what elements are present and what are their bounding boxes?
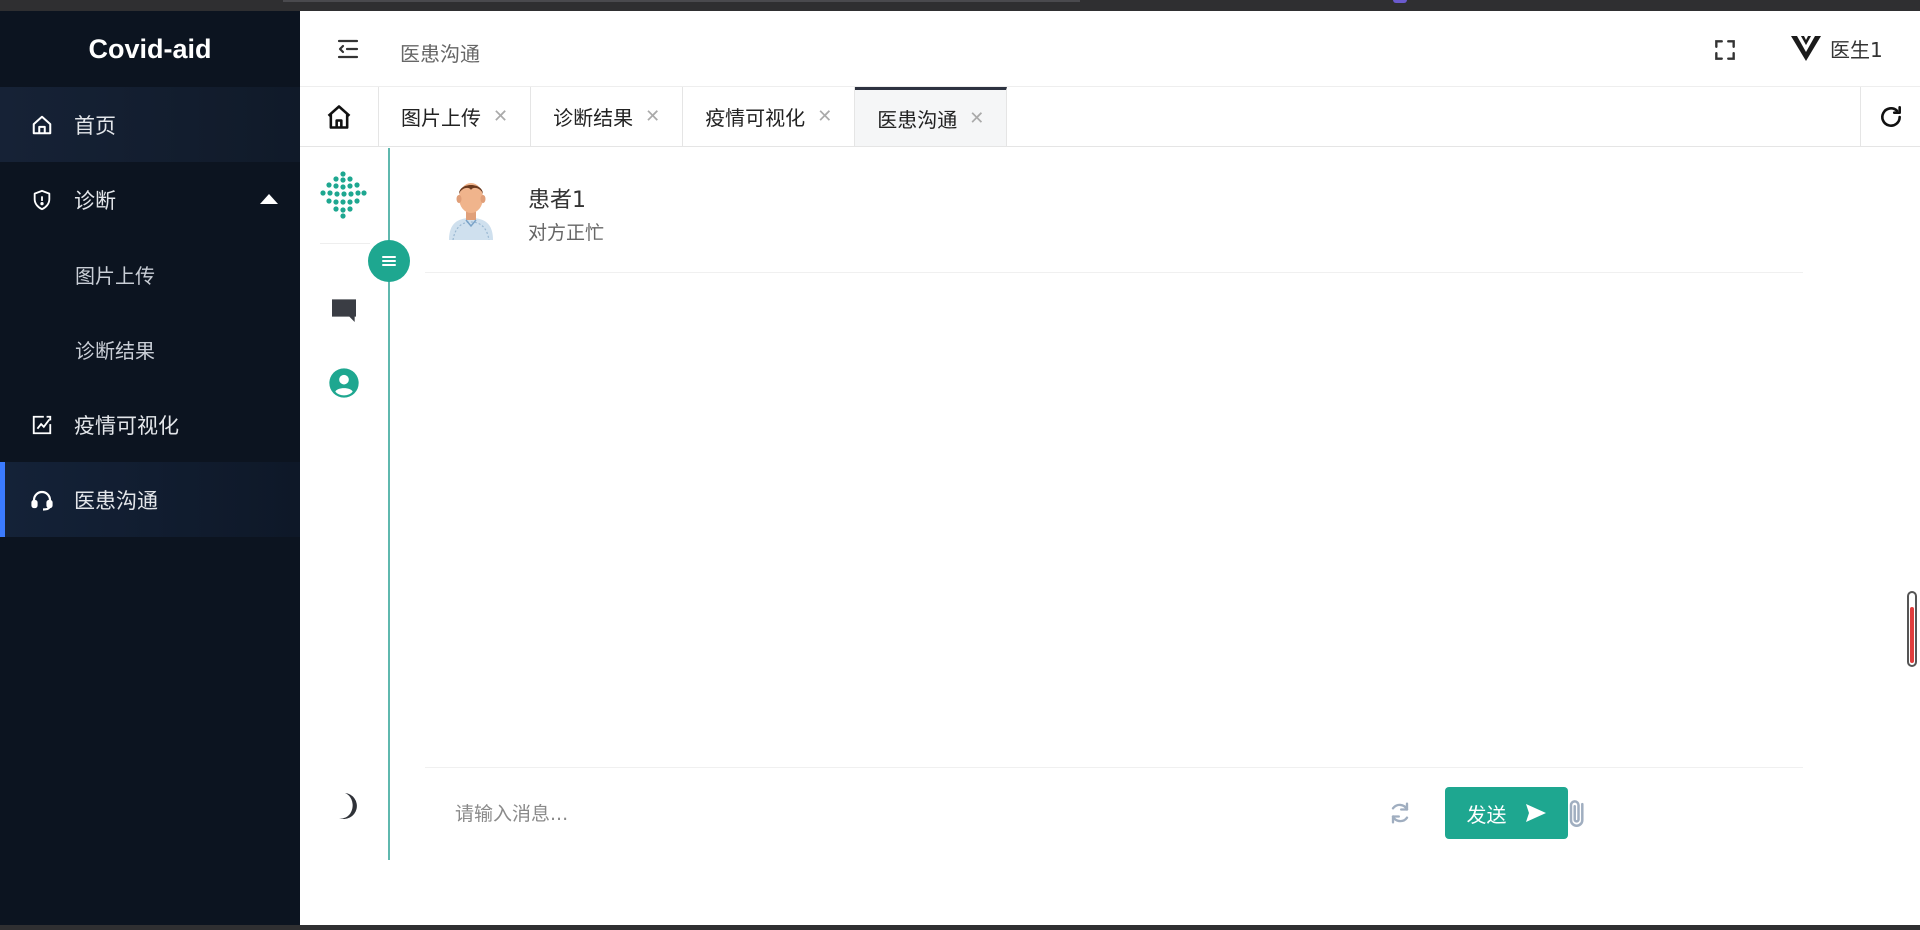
menu-icon bbox=[382, 256, 396, 266]
sync-icon[interactable] bbox=[1385, 798, 1415, 828]
browser-bottom-strip bbox=[0, 925, 1920, 930]
browser-top-strip bbox=[0, 0, 1920, 11]
top-header: 医患沟通 医生1 bbox=[300, 11, 1920, 87]
message-composer: 发送 bbox=[425, 767, 1803, 861]
chat-contact-header: 患者1 对方正忙 bbox=[425, 148, 1803, 273]
tab-label: 诊断结果 bbox=[553, 106, 634, 130]
sidebar-item-doctor-patient-chat[interactable]: 医患沟通 bbox=[0, 462, 300, 537]
sidebar-item-label: 诊断 bbox=[74, 188, 116, 213]
browser-tab-bar bbox=[283, 0, 1080, 2]
sidebar-item-visualization[interactable]: 疫情可视化 bbox=[0, 387, 300, 462]
sidebar-subitem-image-upload[interactable]: 图片上传 bbox=[0, 237, 300, 312]
home-icon bbox=[327, 104, 351, 129]
fullscreen-icon[interactable] bbox=[1712, 37, 1738, 63]
send-button[interactable]: 发送 bbox=[1445, 787, 1568, 839]
app-window: Covid-aid 首页 诊断 图片上传 诊断结果 疫情可视化 医患沟通 医患沟… bbox=[0, 0, 1920, 930]
sidebar: Covid-aid 首页 诊断 图片上传 诊断结果 疫情可视化 医患沟通 bbox=[0, 11, 300, 925]
contact-name: 患者1 bbox=[528, 188, 586, 213]
tab-diagnosis-result[interactable]: 诊断结果 ✕ bbox=[531, 87, 684, 146]
close-icon[interactable]: ✕ bbox=[493, 106, 508, 127]
breadcrumb: 医患沟通 bbox=[400, 42, 480, 66]
vue-logo-icon bbox=[1790, 33, 1822, 63]
sidebar-item-label: 医患沟通 bbox=[74, 488, 158, 513]
chat-bubble-icon[interactable] bbox=[328, 294, 360, 326]
contact-icon[interactable] bbox=[328, 367, 360, 399]
tab-label: 医患沟通 bbox=[877, 107, 958, 132]
tab-bar: 图片上传 ✕ 诊断结果 ✕ 疫情可视化 ✕ 医患沟通 ✕ bbox=[300, 87, 1920, 147]
main-panel: 医患沟通 医生1 图片上传 ✕ 诊断结果 ✕ 疫情可视化 ✕ 医患沟通 ✕ 患者… bbox=[300, 11, 1920, 925]
contact-status: 对方正忙 bbox=[528, 222, 605, 244]
tab-image-upload[interactable]: 图片上传 ✕ bbox=[379, 87, 532, 146]
refresh-icon[interactable] bbox=[1860, 87, 1920, 146]
chevron-up-icon bbox=[260, 194, 278, 204]
chat-logo-icon bbox=[318, 170, 368, 220]
chart-edit-icon bbox=[30, 413, 54, 437]
shield-icon bbox=[30, 188, 54, 212]
tab-home[interactable] bbox=[300, 87, 379, 146]
home-icon bbox=[30, 113, 54, 137]
headset-icon bbox=[30, 488, 54, 512]
sidebar-subitem-diagnosis-result[interactable]: 诊断结果 bbox=[0, 312, 300, 387]
tab-doctor-patient-chat[interactable]: 医患沟通 ✕ bbox=[855, 87, 1008, 146]
send-button-label: 发送 bbox=[1466, 802, 1507, 827]
menu-collapse-icon[interactable] bbox=[336, 37, 360, 61]
close-icon[interactable]: ✕ bbox=[645, 106, 660, 127]
sidebar-item-diagnosis[interactable]: 诊断 bbox=[0, 162, 300, 237]
tab-visualization[interactable]: 疫情可视化 ✕ bbox=[683, 87, 856, 146]
sidebar-item-label: 疫情可视化 bbox=[74, 413, 179, 438]
close-icon[interactable]: ✕ bbox=[969, 108, 984, 129]
moon-icon[interactable] bbox=[330, 791, 358, 821]
tab-label: 图片上传 bbox=[401, 106, 481, 130]
sidebar-item-label: 首页 bbox=[74, 113, 116, 138]
send-icon bbox=[1525, 804, 1546, 822]
sidebar-item-home[interactable]: 首页 bbox=[0, 87, 300, 162]
user-name: 医生1 bbox=[1830, 37, 1883, 62]
avatar[interactable] bbox=[443, 176, 499, 241]
scrollbar[interactable] bbox=[1907, 591, 1917, 667]
rail-divider bbox=[320, 243, 370, 244]
user-menu[interactable]: 医生1 bbox=[1790, 33, 1883, 63]
sidebar-toggle-button[interactable] bbox=[368, 240, 410, 282]
browser-indicator bbox=[1393, 0, 1407, 3]
app-logo[interactable]: Covid-aid bbox=[0, 11, 300, 87]
tab-label: 疫情可视化 bbox=[705, 106, 806, 130]
message-input[interactable] bbox=[455, 796, 1155, 832]
scrollbar-thumb[interactable] bbox=[1910, 607, 1914, 663]
close-icon[interactable]: ✕ bbox=[817, 106, 832, 127]
